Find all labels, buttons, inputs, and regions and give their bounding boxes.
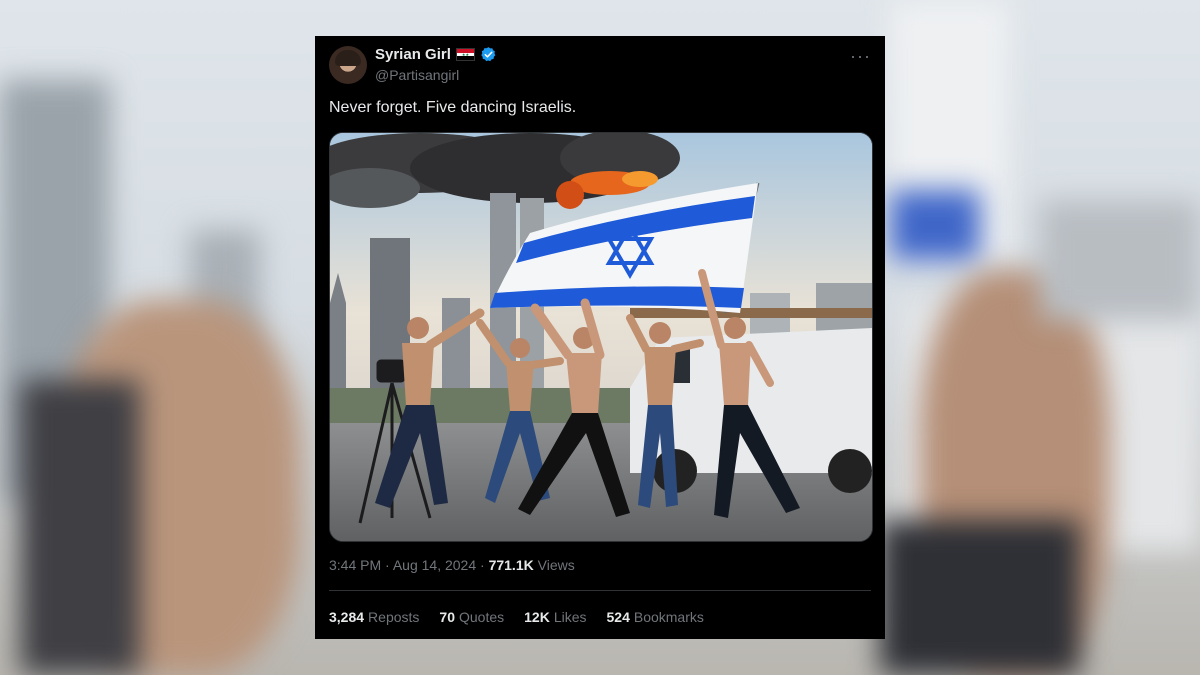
media-illustration — [330, 133, 872, 541]
tweet-meta: 3:44 PM · Aug 14, 2024 · 771.1K Views — [329, 557, 575, 573]
syria-flag-icon: ★★ — [455, 48, 475, 61]
stat-label: Likes — [553, 609, 587, 625]
tweet-time[interactable]: 3:44 PM — [329, 557, 381, 573]
more-options-icon[interactable]: ··· — [850, 46, 871, 67]
divider — [329, 590, 871, 591]
tweet-text: Never forget. Five dancing Israelis. — [329, 99, 577, 116]
bookmarks-stat[interactable]: 524 Bookmarks — [607, 609, 704, 625]
handle[interactable]: @Partisangirl — [375, 67, 459, 83]
likes-stat[interactable]: 12K Likes — [524, 609, 586, 625]
avatar[interactable] — [329, 46, 367, 84]
bg-skyline-right — [1040, 200, 1200, 320]
bg-jeans — [880, 520, 1080, 675]
stat-count: 524 — [606, 609, 630, 625]
bg-flag-blue — [890, 190, 980, 260]
display-name[interactable]: Syrian Girl — [375, 46, 451, 63]
reposts-stat[interactable]: 3,284 Reposts — [329, 609, 419, 625]
stat-label: Bookmarks — [633, 609, 704, 625]
views-count: 771.1K — [488, 557, 534, 573]
stat-count: 3,284 — [329, 609, 365, 625]
tweet-card: Syrian Girl ★★ @Partisangirl ··· Never f… — [315, 36, 885, 639]
stat-label: Quotes — [458, 609, 505, 625]
tweet-date[interactable]: Aug 14, 2024 — [393, 557, 476, 573]
views-label: Views — [537, 557, 575, 573]
bg-tripod — [20, 380, 140, 675]
stat-count: 12K — [524, 609, 550, 625]
engagement-stats: 3,284 Reposts 70 Quotes 12K Likes 524 Bookma… — [329, 609, 704, 625]
stat-label: Reposts — [368, 609, 420, 625]
stat-count: 70 — [439, 609, 455, 625]
tweet-media-image[interactable] — [329, 132, 873, 542]
building — [442, 298, 470, 398]
author-row: Syrian Girl ★★ — [375, 46, 497, 63]
meta-separator: · — [385, 557, 390, 573]
meta-separator: · — [480, 557, 485, 573]
quotes-stat[interactable]: 70 Quotes — [439, 609, 504, 625]
verified-badge-icon — [481, 47, 496, 62]
